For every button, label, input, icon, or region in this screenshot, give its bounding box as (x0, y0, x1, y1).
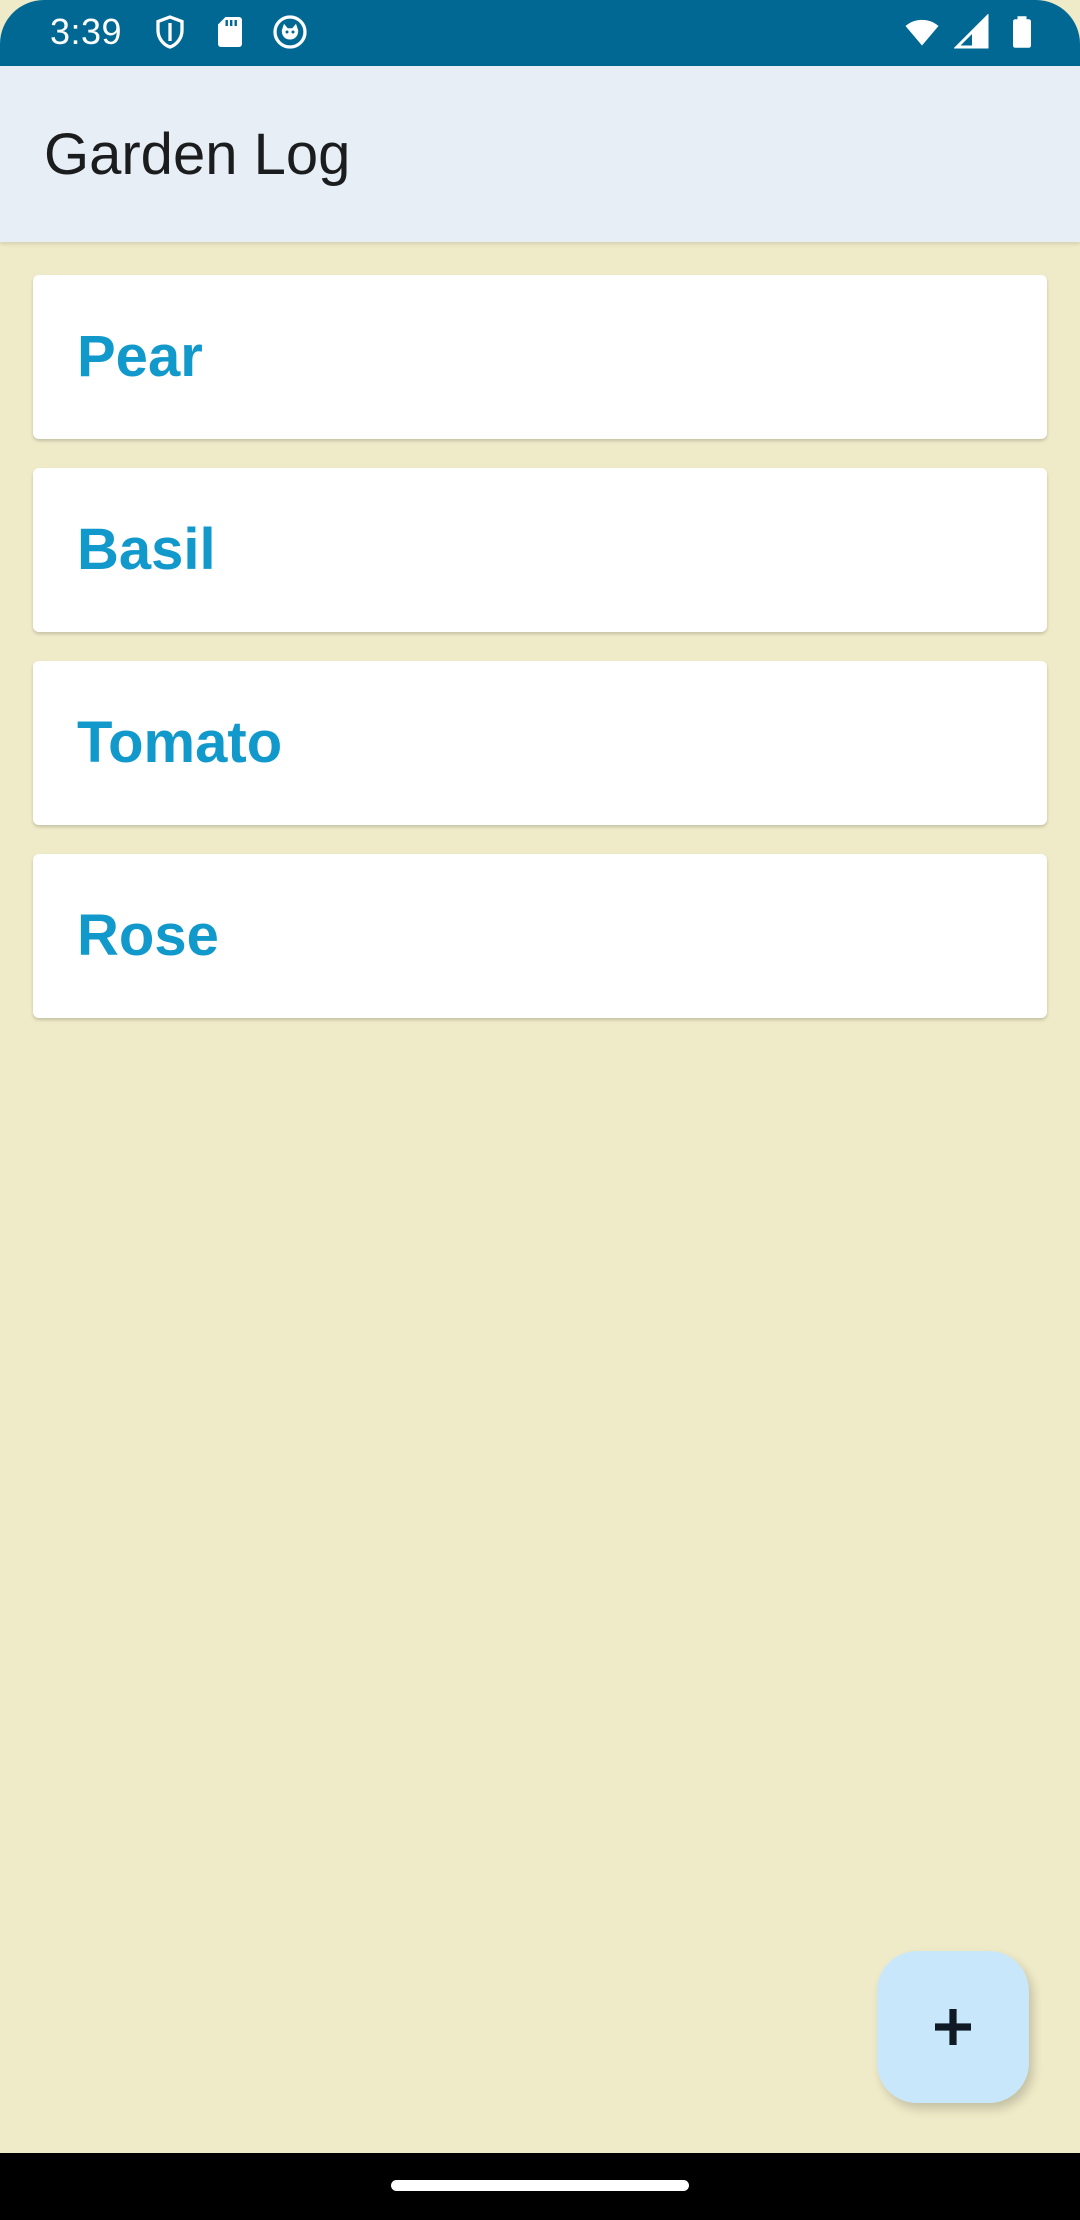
sd-card-icon (218, 17, 242, 47)
list-item-tomato[interactable]: Tomato (33, 661, 1047, 825)
list-item-rose[interactable]: Rose (33, 854, 1047, 1018)
cat-face-icon (273, 15, 307, 49)
app-screen: 3:39 Garden Log Pear Basil Tomato Rose (0, 0, 1080, 2220)
status-bar: 3:39 (0, 0, 1080, 66)
page-title: Garden Log (44, 122, 351, 187)
wifi-icon (905, 19, 939, 46)
home-gesture-handle[interactable] (391, 2180, 689, 2191)
plus-icon (935, 2009, 971, 2045)
plant-list: Pear Basil Tomato Rose (33, 275, 1047, 1047)
list-item-label: Tomato (77, 710, 283, 775)
battery-icon (1013, 16, 1031, 48)
status-notification-icons (152, 14, 308, 50)
list-item-label: Rose (77, 903, 219, 968)
add-plant-button[interactable] (877, 1951, 1029, 2103)
status-time: 3:39 (50, 11, 123, 52)
shield-icon (156, 15, 184, 49)
top-app-bar: Garden Log (0, 66, 1080, 242)
list-item-label: Basil (77, 517, 216, 582)
list-item-label: Pear (77, 324, 203, 389)
list-item-pear[interactable]: Pear (33, 275, 1047, 439)
list-item-basil[interactable]: Basil (33, 468, 1047, 632)
cell-signal-icon (954, 14, 989, 49)
navigation-bar (0, 2153, 1080, 2220)
status-system-icons (904, 14, 1040, 50)
